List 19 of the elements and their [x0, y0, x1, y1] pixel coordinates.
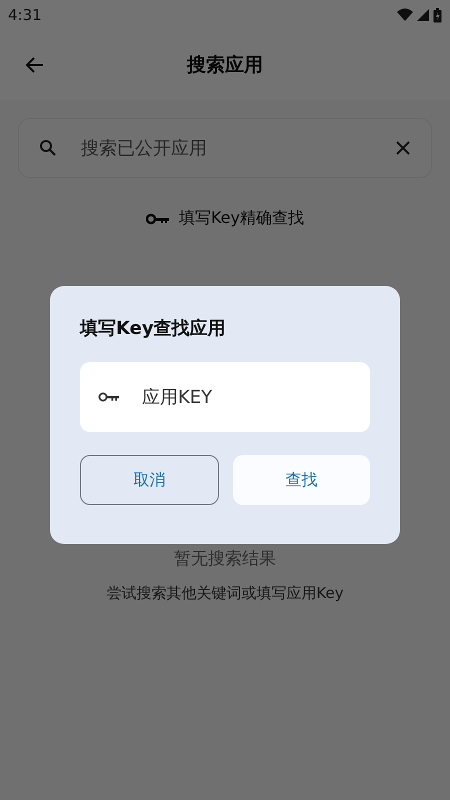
search-input[interactable]: 搜索已公开应用: [79, 136, 373, 160]
clear-icon[interactable]: [395, 140, 411, 156]
dialog-title: 填写Key查找应用: [80, 317, 227, 340]
key-input[interactable]: 应用KEY: [140, 386, 352, 408]
key-icon: [98, 391, 120, 403]
key-search-link[interactable]: 填写Key精确查找: [146, 208, 304, 229]
battery-icon: [433, 8, 442, 22]
signal-icon: [417, 9, 429, 21]
wifi-icon: [397, 8, 413, 22]
empty-hint: 尝试搜索其他关键词或填写应用Key: [106, 584, 344, 603]
search-field[interactable]: 搜索已公开应用: [18, 118, 432, 178]
dialog-button[interactable]: 取消: [80, 455, 219, 505]
key-icon: [146, 212, 170, 224]
dialog-button[interactable]: 查找: [233, 455, 370, 505]
status-time: 4:31: [8, 6, 42, 24]
key-field[interactable]: 应用KEY: [80, 362, 370, 432]
page-title: 搜索应用: [187, 53, 263, 78]
search-icon: [39, 139, 57, 157]
empty-title: 暂无搜索结果: [174, 548, 276, 570]
